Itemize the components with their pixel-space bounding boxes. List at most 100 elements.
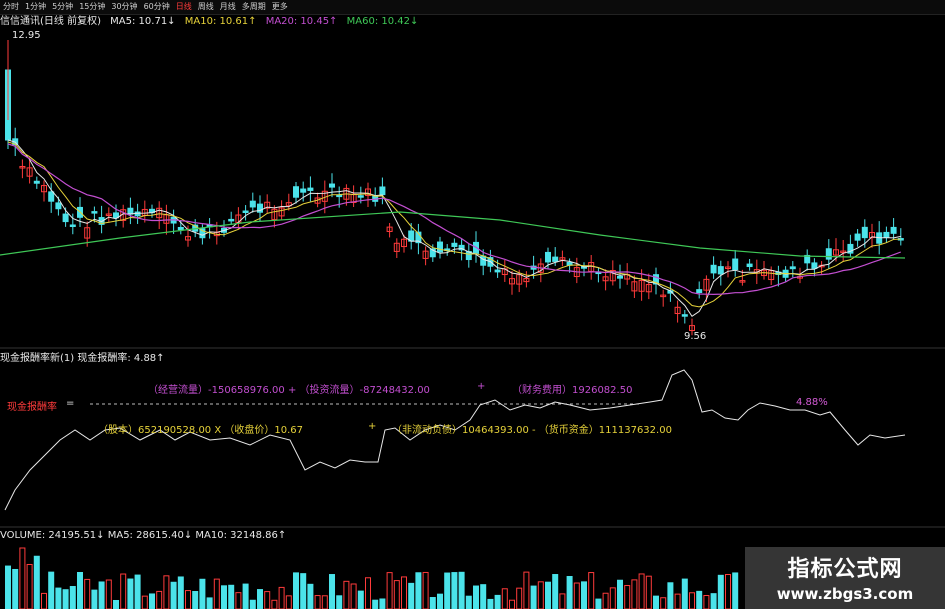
volume-bar (257, 589, 263, 609)
volume-bar (41, 592, 47, 609)
price-high-label: 12.95 (12, 30, 41, 41)
candle-body (69, 224, 76, 227)
volume-bar (667, 582, 674, 609)
volume-bar (62, 589, 69, 609)
price-low-label: 9.56 (684, 331, 707, 342)
volume-bar (69, 586, 76, 609)
indicator-name[interactable]: 现金报酬率新(1) (0, 353, 74, 364)
volume-bar (372, 599, 379, 609)
candle-body (494, 269, 501, 273)
volume-bar (48, 571, 55, 609)
volume-bar (163, 575, 170, 609)
candle-body (746, 263, 753, 268)
volume-bar (509, 599, 515, 609)
candle-body (336, 194, 343, 198)
candle-body (710, 264, 717, 274)
ma10-line (7, 141, 901, 308)
volume-bar (343, 580, 350, 609)
candle-body (890, 226, 897, 234)
candle-body (91, 211, 98, 214)
volume-bar (437, 593, 443, 609)
volume-bar (357, 590, 364, 609)
volume-bar (393, 580, 400, 609)
candle-body (48, 191, 55, 202)
indicator-header: 现金报酬率新(1) 现金报酬率: 4.88↑ (0, 352, 165, 366)
volume-bar (559, 593, 566, 609)
volume-header: VOLUME: 24195.51↓ MA5: 28615.40↓ MA10: 3… (0, 529, 286, 543)
volume-bar (336, 595, 343, 609)
volume-bar (487, 598, 494, 609)
volume-bar (703, 595, 710, 609)
candle-body (307, 187, 314, 191)
watermark-url: www.zbgs3.com (776, 585, 914, 603)
candle-body (33, 180, 40, 184)
volume-bar (105, 579, 112, 609)
volume-bar (91, 589, 98, 609)
formula-numerator-extra: （财务费用）1926082.50 (512, 385, 633, 396)
volume-bar (55, 587, 62, 609)
candle-body (545, 251, 551, 263)
volume-ma10: MA10: 32148.86↑ (195, 530, 287, 541)
volume-bar (501, 588, 508, 609)
watermark-badge: 指标公式网 www.zbgs3.com (745, 547, 945, 609)
candle-body (811, 262, 818, 269)
volume-bar (242, 583, 249, 609)
volume-bar (206, 597, 213, 609)
volume-bar (199, 578, 206, 609)
indicator-current-value: 4.88% (796, 397, 828, 408)
volume-bar (545, 581, 551, 609)
volume-bar (725, 574, 731, 609)
volume-bar (401, 576, 407, 609)
volume-bar (552, 574, 559, 609)
volume-bar (653, 595, 659, 609)
chart-canvas[interactable] (0, 0, 945, 609)
candle-body (249, 200, 256, 208)
candle-body (293, 186, 299, 198)
volume-bar (33, 555, 40, 609)
ma5-line (7, 139, 901, 317)
candle-body (62, 213, 69, 223)
volume-bar (98, 581, 105, 609)
volume-bar (444, 572, 451, 609)
volume-bar (127, 578, 134, 609)
volume-bar (26, 563, 33, 609)
volume-bar (177, 576, 184, 609)
volume-bar (185, 590, 191, 609)
candle-body (242, 210, 249, 214)
volume-bar (170, 581, 177, 609)
volume-bar (285, 595, 292, 609)
volume-bar (609, 587, 616, 609)
volume-bar (12, 568, 19, 609)
volume-bar (494, 594, 501, 609)
candle-body (177, 226, 184, 231)
volume-bar (293, 572, 299, 609)
volume-bar (530, 585, 537, 609)
volume-bar (141, 595, 148, 609)
volume-bar (588, 572, 595, 609)
volume-bar (645, 575, 652, 609)
volume-bar (480, 584, 487, 609)
volume-bar (365, 577, 371, 609)
volume-bar (350, 583, 357, 609)
candle-body (437, 241, 443, 253)
volume-bar (329, 574, 335, 609)
volume-bar (235, 592, 242, 609)
volume-bar (77, 571, 83, 609)
candle-body (617, 275, 623, 279)
volume-bar (84, 578, 91, 609)
volume-bar (149, 593, 155, 609)
volume-value[interactable]: VOLUME: 24195.51↓ (0, 530, 105, 541)
volume-bar (192, 590, 199, 609)
volume-bar (617, 579, 623, 609)
candle-body (696, 289, 703, 294)
candle-body (379, 186, 386, 196)
candle-body (451, 242, 458, 247)
candle-body (789, 266, 796, 270)
candle-body (732, 258, 739, 271)
volume-bar (113, 599, 119, 609)
volume-bar (415, 572, 422, 609)
candle-body (861, 226, 868, 239)
volume-bar (717, 574, 724, 609)
volume-bar (134, 574, 141, 609)
indicator-header-value: 现金报酬率: 4.88↑ (77, 353, 165, 364)
